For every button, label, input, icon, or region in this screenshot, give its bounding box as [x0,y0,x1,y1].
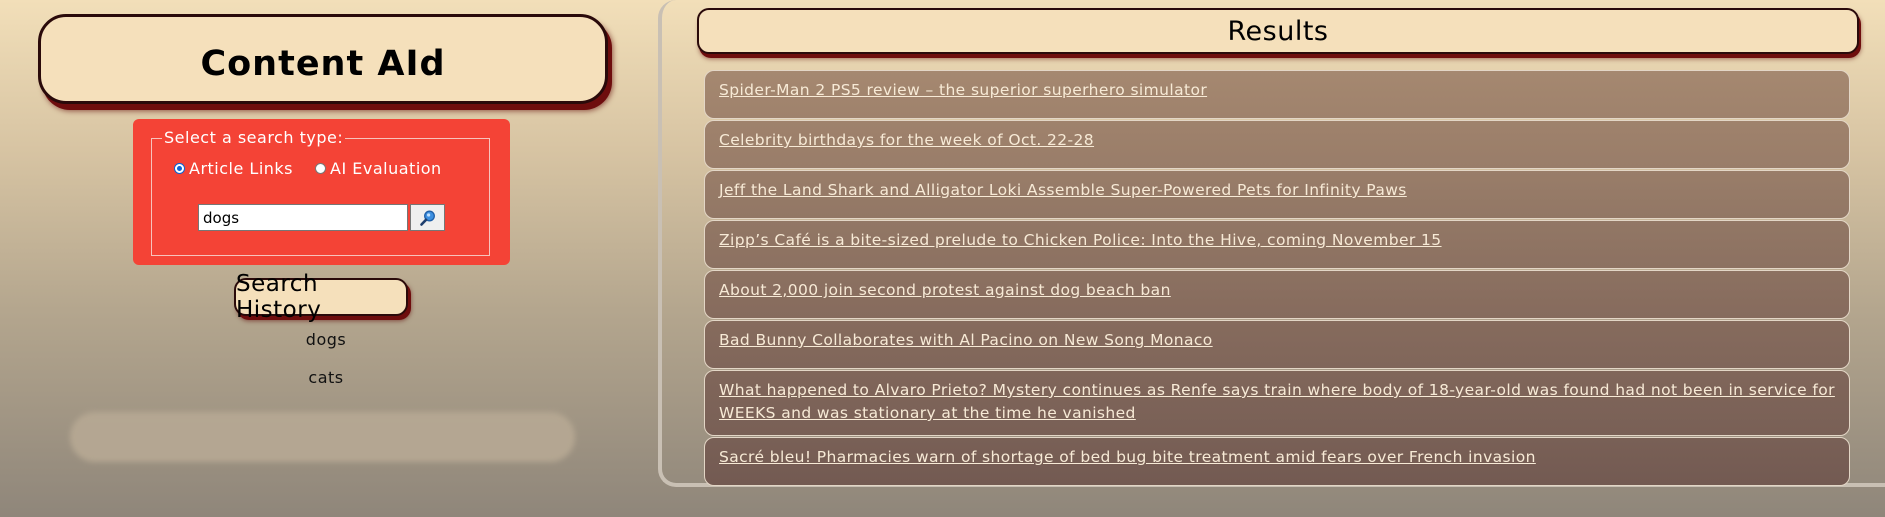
search-history-button[interactable]: Search History [234,271,408,323]
result-card: Celebrity birthdays for the week of Oct.… [704,120,1850,169]
results-header: Results [697,8,1859,54]
search-type-legend: Select a search type: [162,128,346,147]
history-item[interactable]: dogs [226,330,426,368]
result-link[interactable]: Celebrity birthdays for the week of Oct.… [719,131,1094,149]
result-link[interactable]: What happened to Alvaro Prieto? Mystery … [719,381,1835,422]
app-title-box: Content AId [38,14,608,104]
search-panel: Select a search type: Article Links AI E… [133,119,510,265]
results-list: Spider-Man 2 PS5 review – the superior s… [704,70,1850,487]
radio-article-links[interactable] [174,163,185,174]
result-link[interactable]: Bad Bunny Collaborates with Al Pacino on… [719,331,1213,349]
result-link[interactable]: Zipp’s Café is a bite-sized prelude to C… [719,231,1442,249]
search-type-options: Article Links AI Evaluation [174,159,464,178]
result-card: What happened to Alvaro Prieto? Mystery … [704,370,1850,436]
radio-ai-evaluation-label[interactable]: AI Evaluation [330,159,442,178]
result-card: Jeff the Land Shark and Alligator Loki A… [704,170,1850,219]
app-title: Content AId [200,44,446,84]
history-item[interactable]: cats [226,368,426,406]
result-link[interactable]: Spider-Man 2 PS5 review – the superior s… [719,81,1207,99]
result-card: Bad Bunny Collaborates with Al Pacino on… [704,320,1850,369]
radio-ai-evaluation[interactable] [315,163,327,174]
result-link[interactable]: Sacré bleu! Pharmacies warn of shortage … [719,448,1536,466]
result-card: Spider-Man 2 PS5 review – the superior s… [704,70,1850,119]
result-link[interactable]: About 2,000 join second protest against … [719,281,1171,299]
magnifier-icon [419,210,435,226]
results-title: Results [1227,15,1329,47]
radio-article-links-label[interactable]: Article Links [189,159,293,178]
result-card: Sacré bleu! Pharmacies warn of shortage … [704,437,1850,486]
search-button[interactable] [410,204,445,231]
result-card: About 2,000 join second protest against … [704,270,1850,319]
blurred-placeholder-bar [70,412,575,462]
search-type-fieldset: Select a search type: Article Links AI E… [151,128,490,256]
result-link[interactable]: Jeff the Land Shark and Alligator Loki A… [719,181,1407,199]
result-card: Zipp’s Café is a bite-sized prelude to C… [704,220,1850,269]
search-history-list: dogs cats [226,330,426,406]
search-input[interactable] [198,204,408,231]
